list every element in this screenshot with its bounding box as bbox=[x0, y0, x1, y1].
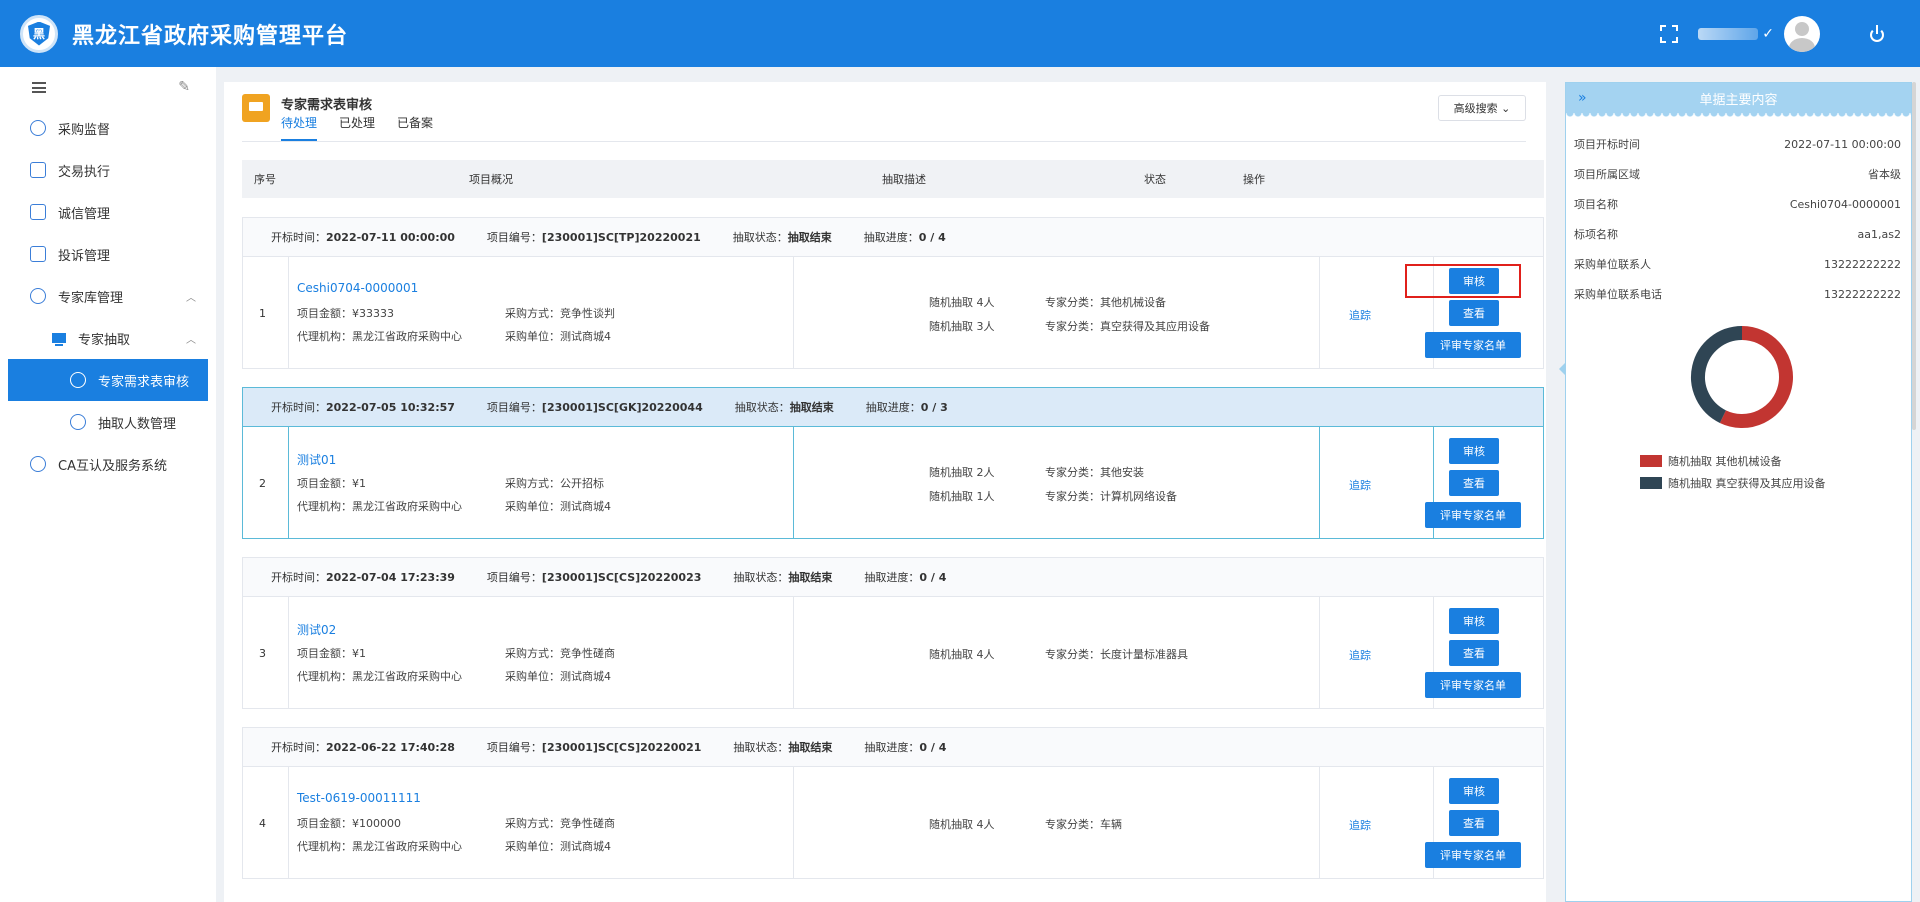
detail-row: 标项名称 aa1,as2 bbox=[1574, 227, 1901, 242]
detail-panel: » 单据主要内容 项目开标时间 2022-07-11 00:00:00 项目所属区… bbox=[1565, 82, 1912, 902]
sidebar-item-credit[interactable]: 诚信管理 bbox=[0, 191, 216, 233]
main-content: 专家需求表审核 待处理 已处理 已备案 高级搜索 ⌄ 序号 项目概况 抽取描述 … bbox=[224, 82, 1546, 902]
table-row: 开标时间： 2022-07-05 10:32:57 项目编号： [230001]SC… bbox=[242, 387, 1544, 539]
sidebar-item-draw-count[interactable]: 抽取人数管理 bbox=[0, 401, 216, 443]
project-name-link[interactable]: Test-0619-00011111 bbox=[297, 791, 421, 805]
power-icon[interactable] bbox=[1868, 24, 1886, 43]
col-draw-desc: 抽取描述 bbox=[882, 173, 926, 186]
monitor-icon bbox=[52, 333, 66, 346]
track-link[interactable]: 追踪 bbox=[1349, 477, 1371, 493]
col-overview: 项目概况 bbox=[469, 173, 513, 186]
pin-icon[interactable]: ✎ bbox=[178, 79, 190, 95]
project-name-link[interactable]: 测试01 bbox=[297, 451, 336, 468]
chevron-up-icon: ︿ bbox=[186, 292, 196, 304]
username-blurred[interactable] bbox=[1698, 27, 1759, 40]
detail-row: 采购单位联系人 13222222222 bbox=[1574, 257, 1901, 272]
document-icon bbox=[30, 246, 46, 262]
expert-list-button[interactable]: 评审专家名单 bbox=[1425, 842, 1521, 868]
donut-chart bbox=[1691, 326, 1793, 428]
advanced-search-button[interactable]: 高级搜索 ⌄ bbox=[1438, 95, 1526, 121]
tab-pending[interactable]: 待处理 bbox=[281, 114, 318, 141]
expert-list-button[interactable]: 评审专家名单 bbox=[1425, 332, 1521, 358]
track-link[interactable]: 追踪 bbox=[1349, 647, 1371, 663]
col-status: 状态 bbox=[1144, 173, 1166, 186]
detail-row: 项目开标时间 2022-07-11 00:00:00 bbox=[1574, 137, 1901, 152]
tab-processed[interactable]: 已处理 bbox=[339, 114, 375, 141]
users-icon bbox=[70, 414, 86, 430]
donut-slice bbox=[1719, 326, 1793, 428]
sidebar: ✎ 采购监督 交易执行 诚信管理 投诉管理 专家库管理 ︿ 专家抽取 ︿ 专家需求表… bbox=[0, 67, 216, 902]
view-button[interactable]: 查看 bbox=[1449, 640, 1499, 666]
detail-row: 采购单位联系电话 13222222222 bbox=[1574, 287, 1901, 302]
track-link[interactable]: 追踪 bbox=[1349, 307, 1371, 323]
table-row: 开标时间： 2022-07-11 00:00:00 项目编号： [230001]SC… bbox=[242, 217, 1544, 369]
row-index: 2 bbox=[259, 477, 266, 490]
review-button[interactable]: 审核 bbox=[1449, 438, 1499, 464]
table-row: 开标时间： 2022-06-22 17:40:28 项目编号： [230001]SC… bbox=[242, 727, 1544, 879]
sidebar-item-complaint[interactable]: 投诉管理 bbox=[0, 233, 216, 275]
collapse-icon[interactable]: » bbox=[1578, 90, 1587, 106]
project-name-link[interactable]: Ceshi0704-0000001 bbox=[297, 281, 418, 295]
legend-swatch bbox=[1640, 455, 1662, 467]
chevron-down-icon[interactable]: ✓ bbox=[1762, 26, 1774, 42]
list-icon bbox=[30, 204, 46, 220]
page-title: 专家需求表审核 bbox=[281, 98, 373, 113]
sidebar-item-procurement-supervision[interactable]: 采购监督 bbox=[0, 107, 216, 149]
view-button[interactable]: 查看 bbox=[1449, 810, 1499, 836]
shield-icon bbox=[30, 120, 46, 136]
donut-slice bbox=[1691, 326, 1743, 423]
fullscreen-icon[interactable] bbox=[1660, 24, 1679, 43]
panel-title: 单据主要内容 bbox=[1699, 92, 1778, 108]
sidebar-item-ca-system[interactable]: CA互认及服务系统 bbox=[0, 443, 216, 485]
logo: 黑 bbox=[20, 14, 58, 53]
chevron-down-icon: ⌄ bbox=[1501, 101, 1511, 115]
col-actions: 操作 bbox=[1243, 173, 1265, 186]
chevron-up-icon: ︿ bbox=[186, 334, 196, 346]
table-row: 开标时间： 2022-07-04 17:23:39 项目编号： [230001]SC… bbox=[242, 557, 1544, 709]
review-button[interactable]: 审核 bbox=[1449, 608, 1499, 634]
person-icon bbox=[30, 456, 46, 472]
sidebar-item-expert-draw[interactable]: 专家抽取 ︿ bbox=[0, 317, 216, 359]
view-button[interactable]: 查看 bbox=[1449, 470, 1499, 496]
clipboard-icon bbox=[30, 162, 46, 178]
table-header: 序号 项目概况 抽取描述 状态 操作 bbox=[242, 160, 1544, 198]
legend-item: 随机抽取 其他机械设备 bbox=[1640, 453, 1782, 469]
detail-row: 项目名称 Ceshi0704-0000001 bbox=[1574, 197, 1901, 212]
gear-icon bbox=[30, 288, 46, 304]
message-icon bbox=[242, 94, 270, 122]
review-button[interactable]: 审核 bbox=[1449, 778, 1499, 804]
menu-toggle-icon[interactable] bbox=[32, 81, 46, 93]
detail-row: 项目所属区域 省本级 bbox=[1574, 168, 1901, 181]
sidebar-item-expert-library[interactable]: 专家库管理 ︿ bbox=[0, 275, 216, 317]
project-name-link[interactable]: 测试02 bbox=[297, 621, 336, 638]
legend-item: 随机抽取 真空获得及其应用设备 bbox=[1640, 475, 1826, 491]
expert-list-button[interactable]: 评审专家名单 bbox=[1425, 502, 1521, 528]
track-link[interactable]: 追踪 bbox=[1349, 817, 1371, 833]
view-button[interactable]: 查看 bbox=[1449, 300, 1499, 326]
expert-list-button[interactable]: 评审专家名单 bbox=[1425, 672, 1521, 698]
app-title: 黑龙江省政府采购管理平台 bbox=[72, 23, 349, 49]
user-icon bbox=[70, 372, 86, 388]
legend-swatch bbox=[1640, 477, 1662, 489]
row-index: 1 bbox=[259, 307, 266, 320]
scrollbar[interactable] bbox=[1912, 82, 1916, 430]
avatar[interactable] bbox=[1784, 15, 1820, 52]
sidebar-item-transaction[interactable]: 交易执行 bbox=[0, 149, 216, 191]
col-index: 序号 bbox=[254, 173, 276, 186]
highlight-box bbox=[1405, 264, 1521, 298]
tabs: 待处理 已处理 已备案 bbox=[281, 114, 455, 141]
row-index: 3 bbox=[259, 647, 266, 660]
sidebar-item-expert-demand-review[interactable]: 专家需求表审核 bbox=[8, 359, 208, 401]
top-header: 黑 黑龙江省政府采购管理平台 ✓ bbox=[0, 0, 1920, 67]
logo-shield-icon: 黑 bbox=[28, 21, 50, 46]
tab-filed[interactable]: 已备案 bbox=[397, 114, 433, 141]
row-index: 4 bbox=[259, 817, 266, 830]
